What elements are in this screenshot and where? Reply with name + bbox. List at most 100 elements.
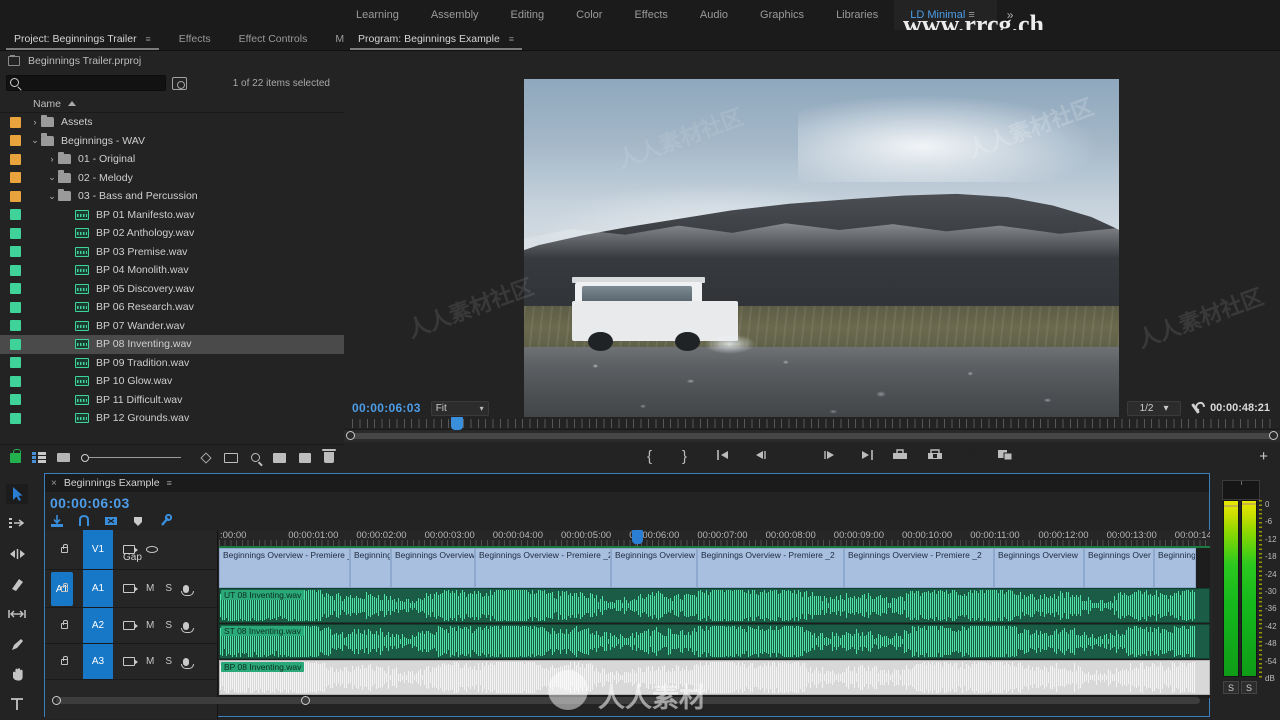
video-clip[interactable]: Beginnings Over [1084, 548, 1154, 588]
timeline-tracks-area[interactable]: Beginnings Overview - Premiere _2 Beginni… [219, 546, 1210, 698]
bin-row[interactable]: BP 09 Tradition.wav [0, 354, 344, 373]
timeline-zoom-handle-right[interactable] [301, 696, 310, 705]
button-editor-icon[interactable] [997, 449, 1013, 464]
bin-row[interactable]: BP 05 Discovery.wav [0, 280, 344, 299]
program-zoom-handle-left[interactable] [346, 431, 355, 440]
freeform-icon[interactable] [224, 452, 238, 463]
insert-overwrite-icon[interactable] [50, 514, 64, 528]
audio-meter-solo-right[interactable]: S [1241, 681, 1257, 694]
bin-row[interactable]: ⌄ 02 - Melody [0, 169, 344, 188]
bin-row[interactable]: BP 07 Wander.wav [0, 317, 344, 336]
search-input-wrapper[interactable] [6, 75, 166, 91]
go-to-out-icon[interactable] [857, 449, 873, 464]
workspace-menu-icon[interactable]: ≡ [968, 9, 980, 21]
track-name-a2[interactable]: A2 [83, 608, 113, 643]
tab-effects[interactable]: Effects [165, 29, 225, 50]
track-lock-v1[interactable] [45, 544, 83, 553]
solo-button-a2[interactable]: S [165, 620, 172, 631]
mute-button-a1[interactable]: M [146, 583, 154, 594]
solo-button-a1[interactable]: S [165, 583, 172, 594]
workspace-tab-editing[interactable]: Editing [495, 0, 561, 30]
search-input[interactable] [25, 77, 165, 89]
timeline-audio-clip-a3[interactable]: BP 08 Inventing.wav [219, 660, 1210, 695]
program-add-button-icon[interactable]: + [1259, 449, 1268, 464]
extract-icon[interactable] [927, 448, 942, 464]
bin-item-list[interactable]: › Assets ⌄ Beginnings - WAV › 01 - Original ⌄ 0… [0, 113, 344, 444]
disclosure-triangle-icon[interactable]: ⌄ [46, 191, 58, 202]
program-monitor-stage[interactable]: 人人素材社区 人人素材社区 人人素材社区 人人素材社区 [344, 51, 1280, 423]
mic-icon-a1[interactable] [180, 584, 194, 596]
workspace-tab-audio[interactable]: Audio [684, 0, 744, 30]
tab-project-beginnings-trailer[interactable]: Project: Beginnings Trailer ≡ [0, 29, 165, 50]
track-lock-a1[interactable] [45, 583, 83, 592]
hand-tool[interactable] [6, 664, 28, 684]
workspace-tab-ld-minimal[interactable]: LD Minimal ≡ [894, 0, 997, 30]
delete-icon[interactable] [322, 449, 336, 463]
add-marker-icon[interactable] [612, 449, 627, 464]
list-view-icon[interactable] [32, 452, 46, 463]
track-name-v1[interactable]: V1 [83, 530, 113, 569]
disclosure-triangle-icon[interactable]: ⌄ [29, 135, 41, 146]
sort-ascending-icon[interactable] [68, 101, 77, 106]
track-name-a3[interactable]: A3 [83, 644, 113, 679]
workspace-tab-color[interactable]: Color [560, 0, 618, 30]
mark-out-icon[interactable]: } [682, 449, 697, 464]
track-header-a3[interactable]: A3 M S [45, 644, 217, 680]
program-resolution-select[interactable]: 1/2 ▾ [1127, 400, 1182, 416]
video-clip[interactable]: Beginnings Overview - Premiere _2 [844, 548, 994, 588]
video-clip[interactable]: Beginnings Overview [994, 548, 1084, 588]
tab-project-menu-icon[interactable]: ≡ [145, 34, 150, 44]
icon-view-icon[interactable] [56, 453, 70, 462]
mute-button-a2[interactable]: M [146, 620, 154, 631]
razor-tool[interactable] [6, 574, 28, 594]
bin-row[interactable]: BP 10 Glow.wav [0, 372, 344, 391]
video-clip[interactable]: Beginnings Overview - Premiere _2 [697, 548, 844, 588]
lift-icon[interactable] [892, 448, 907, 464]
workspace-overflow-icon[interactable]: » [997, 8, 1023, 22]
timeline-audio-clip-a2[interactable]: ST 08 Inventing.wav [219, 624, 1210, 659]
video-clip[interactable]: Beginnings O [350, 548, 391, 588]
ripple-edit-tool[interactable] [6, 544, 28, 564]
linked-selection-icon[interactable] [104, 514, 118, 528]
new-bin-icon[interactable] [273, 452, 286, 463]
snap-icon[interactable] [77, 514, 91, 528]
video-clip[interactable]: Beginnings Overview - Pre [391, 548, 475, 588]
bin-row[interactable]: BP 01 Manifesto.wav [0, 206, 344, 225]
bin-row[interactable]: BP 12 Grounds.wav [0, 409, 344, 428]
zoom-slider-knob[interactable] [80, 453, 89, 462]
selection-tool[interactable] [6, 484, 28, 504]
workspace-tab-graphics[interactable]: Graphics [744, 0, 820, 30]
mute-button-a3[interactable]: M [146, 656, 154, 667]
timeline-menu-icon[interactable]: ≡ [167, 478, 172, 488]
zoom-slider[interactable] [80, 453, 181, 462]
program-playhead-timecode[interactable]: 00:00:06:03 [352, 401, 421, 415]
bin-row[interactable]: BP 03 Premise.wav [0, 243, 344, 262]
program-zoom-scrollbar[interactable] [344, 430, 1280, 442]
step-forward-icon[interactable] [822, 449, 837, 464]
track-select-forward-tool[interactable] [6, 514, 28, 534]
timeline-zoom-handle-left[interactable] [52, 696, 61, 705]
bin-row[interactable]: BP 06 Research.wav [0, 298, 344, 317]
timeline-settings-icon[interactable] [158, 513, 173, 528]
camera-icon-a1[interactable] [123, 584, 138, 593]
bin-row[interactable]: ⌄ Beginnings - WAV [0, 132, 344, 151]
camera-icon-a3[interactable] [123, 657, 138, 666]
timeline-video-track-v1[interactable]: Beginnings Overview - Premiere _2 Beginni… [219, 546, 1210, 588]
pen-tool[interactable] [6, 634, 28, 654]
workspace-tab-learning[interactable]: Learning [340, 0, 415, 30]
audio-meter-solo-left[interactable]: S [1223, 681, 1239, 694]
program-zoom-handle-right[interactable] [1269, 431, 1278, 440]
step-back-icon[interactable] [752, 449, 767, 464]
bin-row[interactable]: BP 11 Difficult.wav [0, 391, 344, 410]
export-frame-icon[interactable] [962, 449, 977, 464]
track-header-a1[interactable]: A1 M S [45, 570, 217, 608]
track-header-a2[interactable]: A2 M S [45, 608, 217, 644]
disclosure-triangle-icon[interactable]: › [46, 154, 58, 164]
video-clip[interactable]: Beginnings Overview - Premiere _2 [475, 548, 611, 588]
track-lock-a3[interactable] [45, 656, 83, 665]
tab-program-menu-icon[interactable]: ≡ [509, 34, 514, 44]
program-zoom-scroll-thumb[interactable] [348, 433, 1276, 439]
close-icon[interactable]: × [51, 478, 57, 489]
timeline-audio-clip-a1[interactable]: UT 08 Inventing.wav [219, 588, 1210, 623]
timeline-sequence-name[interactable]: Beginnings Example [64, 477, 160, 489]
